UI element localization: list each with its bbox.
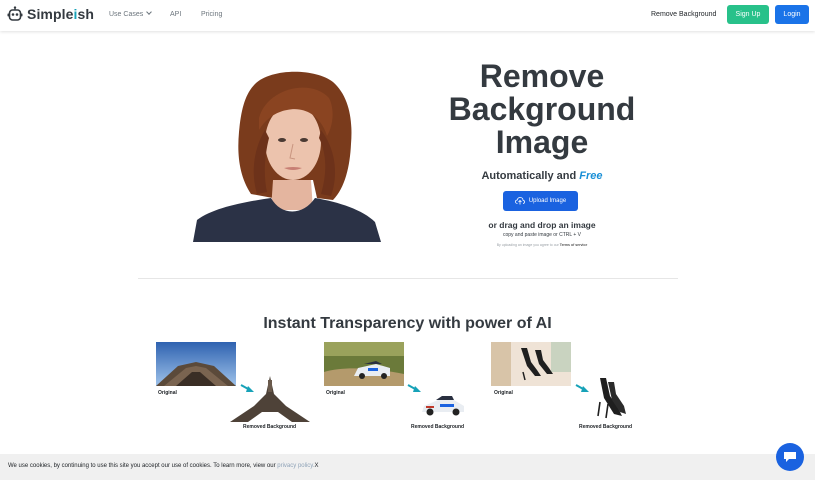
example-original-label: Original xyxy=(326,390,345,396)
terms-link[interactable]: Terms of service xyxy=(560,243,588,247)
nav-remove-background[interactable]: Remove Background xyxy=(651,11,716,18)
example-original-image xyxy=(324,342,404,386)
arrow-right-icon xyxy=(575,384,589,392)
privacy-policy-link[interactable]: privacy policy. xyxy=(277,463,314,469)
chat-bubble-icon xyxy=(784,452,796,462)
navbar: Simpleish Use Cases API Pricing Remove B… xyxy=(0,0,815,31)
example-result-image xyxy=(230,376,310,422)
example-result-label: Removed Background xyxy=(243,424,297,430)
arrow-right-icon xyxy=(407,384,421,392)
example-result-image xyxy=(597,378,626,419)
hero-portrait-image xyxy=(193,71,381,242)
hero-title: Remove Background Image xyxy=(448,58,636,160)
terms-notice: By uploading an image you agree to our T… xyxy=(496,243,588,247)
example-original-label: Original xyxy=(158,390,177,396)
nav-use-cases[interactable]: Use Cases xyxy=(109,9,153,18)
example-result-image xyxy=(422,396,464,416)
example-original-image xyxy=(491,342,571,386)
chat-button[interactable] xyxy=(776,443,804,471)
cookie-close-button[interactable]: X xyxy=(315,463,319,469)
cookie-banner: We use cookies, by continuing to use thi… xyxy=(0,454,815,480)
section-title: Instant Transparency with power of AI xyxy=(263,315,552,332)
example-result-label: Removed Background xyxy=(411,424,465,430)
section-divider xyxy=(138,278,678,279)
nav-api[interactable]: API xyxy=(170,11,181,18)
nav-pricing[interactable]: Pricing xyxy=(201,11,222,18)
brand-logo[interactable]: Simpleish xyxy=(7,6,94,22)
login-button[interactable]: Login xyxy=(775,5,809,24)
example-original-label: Original xyxy=(494,390,513,396)
brand-name: Simpleish xyxy=(27,6,95,22)
signup-button[interactable]: Sign Up xyxy=(727,5,769,24)
cloud-upload-icon xyxy=(514,197,525,205)
robot-icon xyxy=(7,6,23,21)
example-original-image xyxy=(156,342,236,386)
drag-drop-text: or drag and drop an image xyxy=(488,220,596,230)
chevron-down-icon xyxy=(146,9,153,15)
paste-hint-text: copy and paste image or CTRL + V xyxy=(502,232,582,238)
example-result-label: Removed Background xyxy=(579,424,633,430)
hero-subtitle: Automatically and Free xyxy=(481,170,603,182)
cookie-text: We use cookies, by continuing to use thi… xyxy=(8,463,319,469)
upload-image-button[interactable]: Upload Image xyxy=(503,191,578,211)
